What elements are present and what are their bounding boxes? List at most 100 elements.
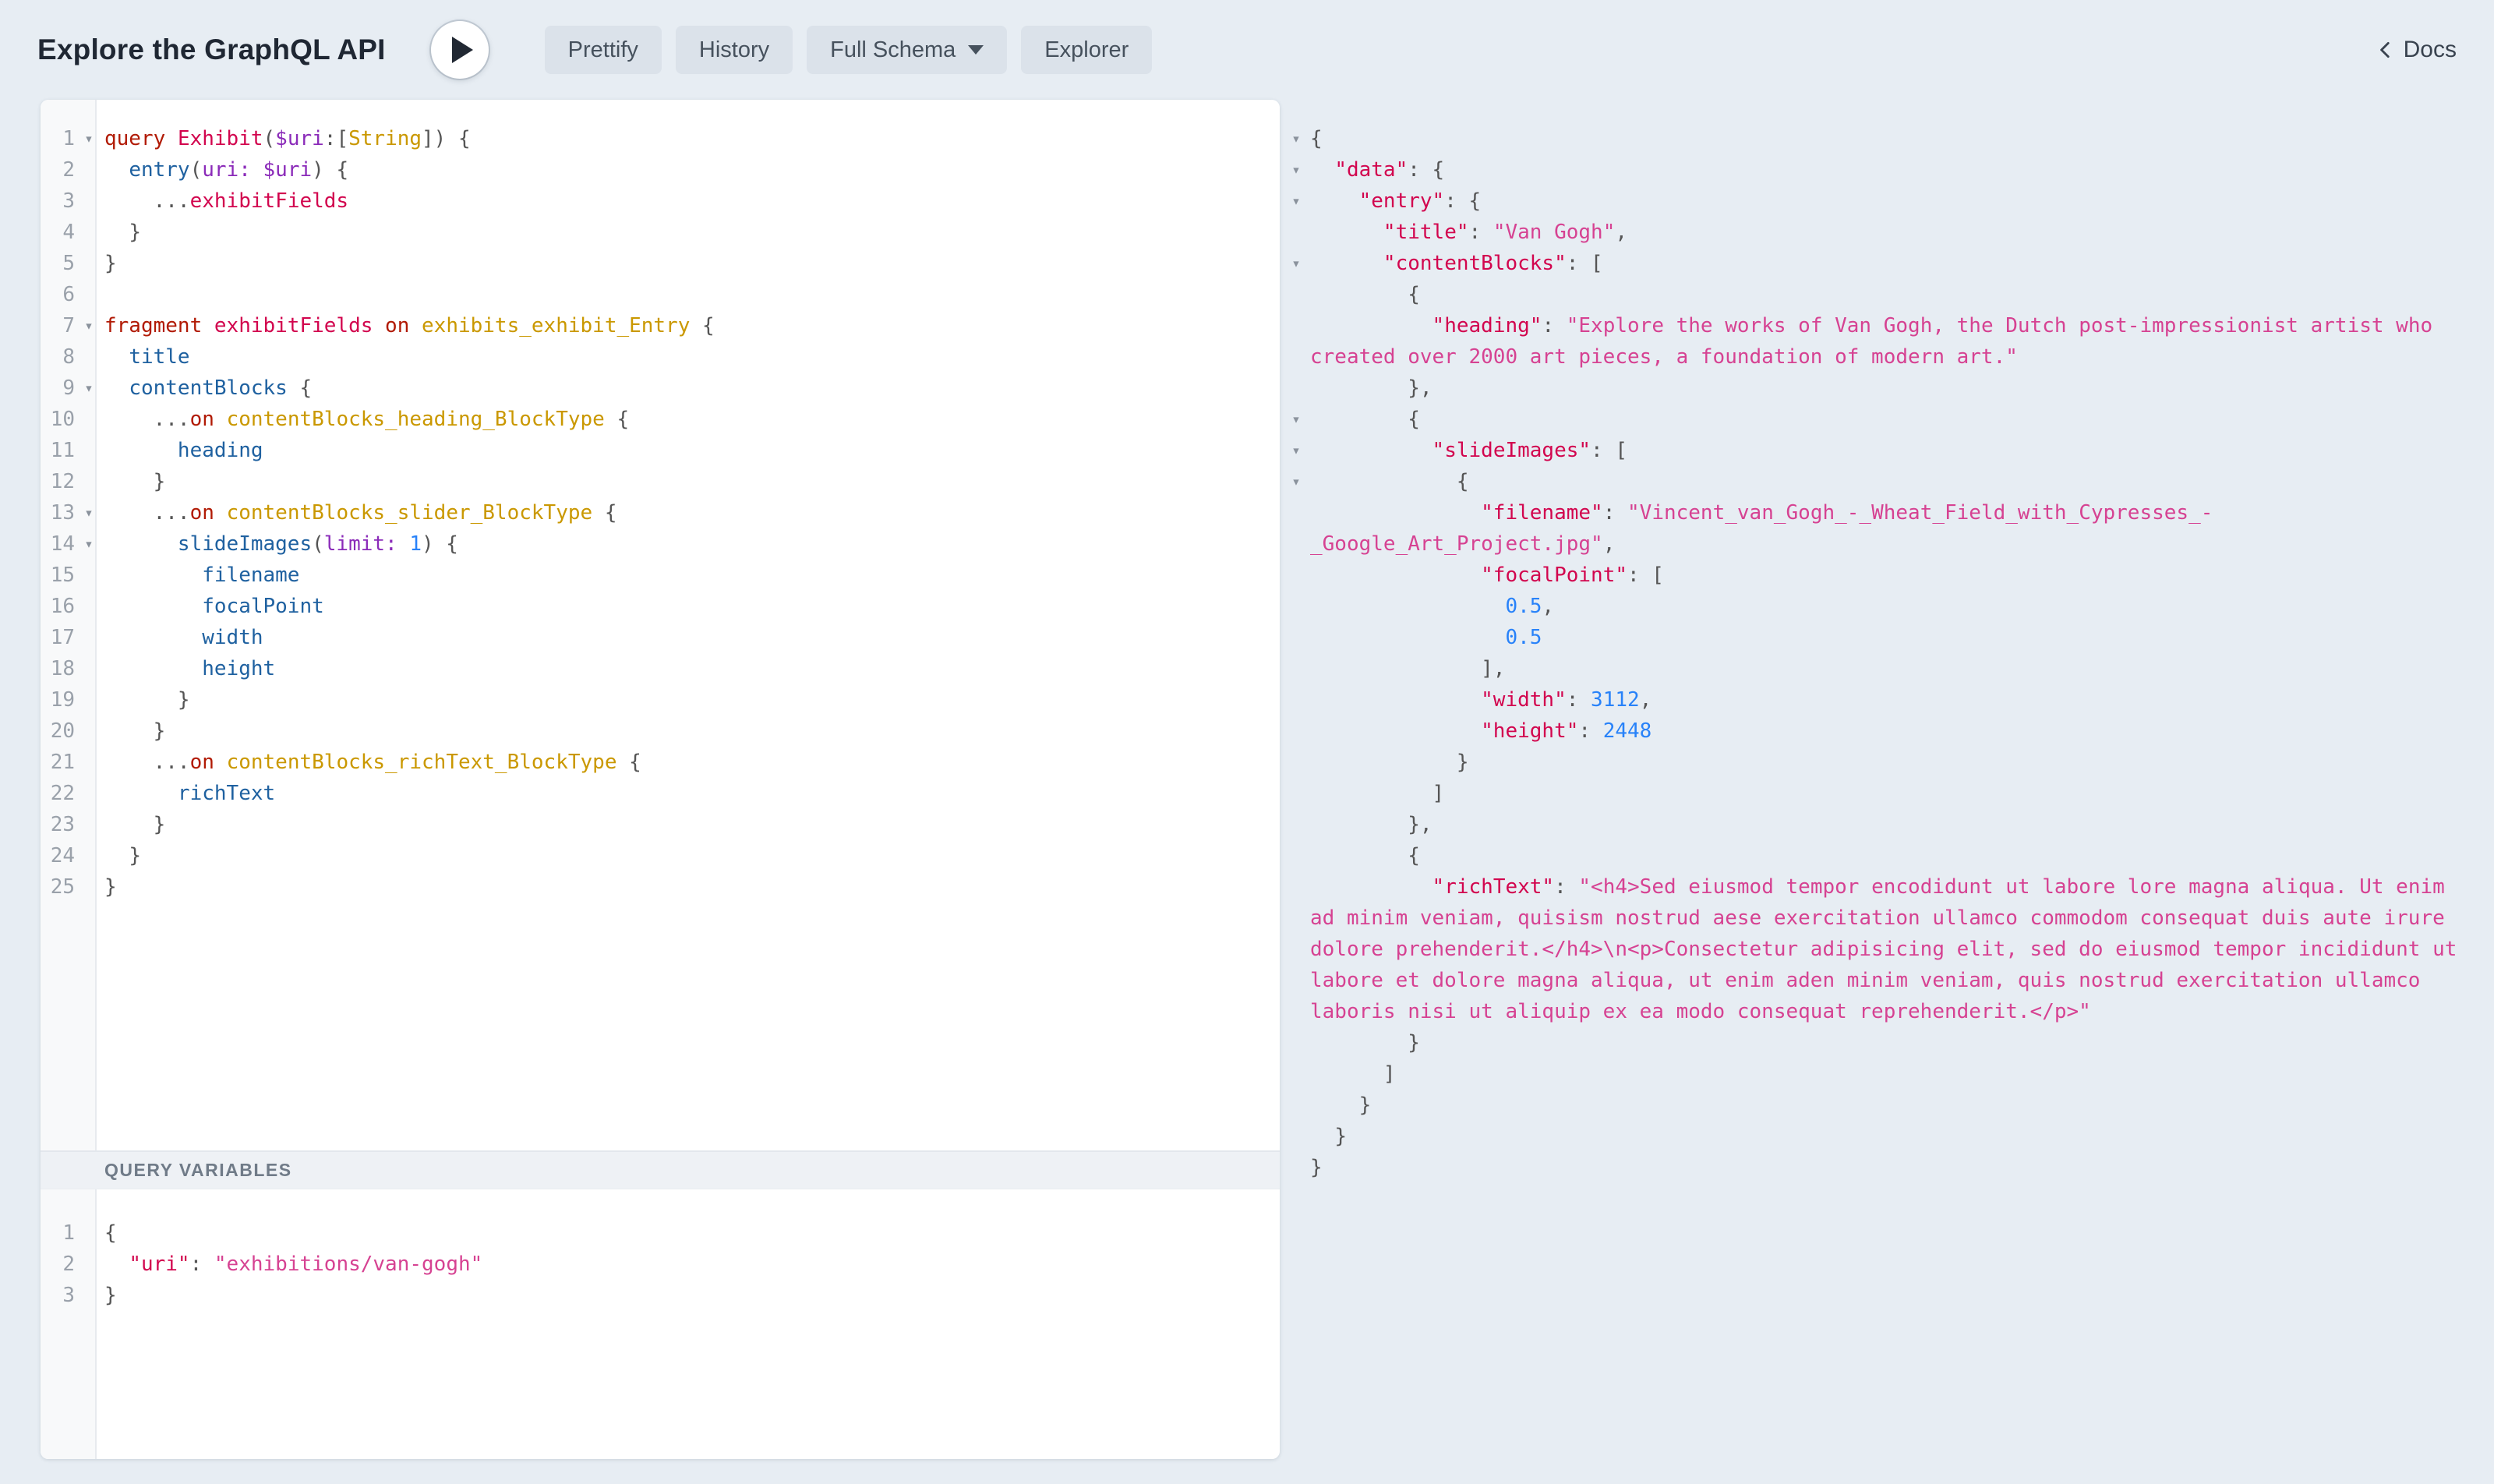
- fold-arrow-icon[interactable]: ▾: [1282, 404, 1310, 435]
- fold-arrow-icon[interactable]: ▾: [81, 123, 97, 154]
- code-tokens: {: [1310, 279, 1420, 310]
- code-line[interactable]: 12 }: [41, 466, 1280, 497]
- line-number: 3: [41, 186, 81, 217]
- code-line: 0.5: [1282, 622, 2464, 653]
- code-line: },: [1282, 809, 2464, 840]
- toolbar: Prettify History Full Schema Explorer: [545, 26, 1153, 74]
- code-line: "filename": "Vincent_van_Gogh_-_Wheat_Fi…: [1282, 497, 2464, 528]
- fold-gutter: [1282, 560, 1310, 591]
- code-line[interactable]: 21 ...on contentBlocks_richText_BlockTyp…: [41, 747, 1280, 778]
- code-line: ],: [1282, 653, 2464, 684]
- fold-gutter: [81, 279, 97, 310]
- code-line: created over 2000 art pieces, a foundati…: [1282, 341, 2464, 373]
- fold-gutter: [1282, 1058, 1310, 1090]
- code-line[interactable]: 24 }: [41, 840, 1280, 871]
- code-tokens: query Exhibit($uri:[String]) {: [97, 123, 471, 154]
- code-tokens: "richText": "<h4>Sed eiusmod tempor enco…: [1310, 871, 2445, 903]
- code-line[interactable]: 5}: [41, 248, 1280, 279]
- code-line: "richText": "<h4>Sed eiusmod tempor enco…: [1282, 871, 2464, 903]
- code-line[interactable]: 23 }: [41, 809, 1280, 840]
- code-line[interactable]: 3}: [41, 1280, 1280, 1311]
- code-tokens: "height": 2448: [1310, 716, 1651, 747]
- code-line[interactable]: 19 }: [41, 684, 1280, 716]
- code-tokens: heading: [97, 435, 263, 466]
- variables-editor[interactable]: 1{2 "uri": "exhibitions/van-gogh"3}: [41, 1189, 1280, 1459]
- code-line[interactable]: 14▾ slideImages(limit: 1) {: [41, 528, 1280, 560]
- code-line[interactable]: 1{: [41, 1217, 1280, 1249]
- fold-arrow-icon[interactable]: ▾: [1282, 123, 1310, 154]
- code-line[interactable]: 20 }: [41, 716, 1280, 747]
- fold-gutter: [81, 186, 97, 217]
- code-tokens: }: [1310, 1090, 1371, 1121]
- code-line[interactable]: 17 width: [41, 622, 1280, 653]
- fold-arrow-icon[interactable]: ▾: [1282, 186, 1310, 217]
- explorer-button[interactable]: Explorer: [1021, 26, 1152, 74]
- prettify-label: Prettify: [568, 37, 638, 63]
- code-tokens: }: [97, 809, 165, 840]
- code-line[interactable]: 10 ...on contentBlocks_heading_BlockType…: [41, 404, 1280, 435]
- code-line: 0.5,: [1282, 591, 2464, 622]
- code-tokens: ...on contentBlocks_slider_BlockType {: [97, 497, 616, 528]
- history-button[interactable]: History: [676, 26, 793, 74]
- code-tokens: },: [1310, 373, 1432, 404]
- code-line: },: [1282, 373, 2464, 404]
- code-line[interactable]: 25}: [41, 871, 1280, 903]
- code-tokens: slideImages(limit: 1) {: [97, 528, 458, 560]
- fold-gutter: [81, 341, 97, 373]
- code-line[interactable]: 16 focalPoint: [41, 591, 1280, 622]
- line-number: 15: [41, 560, 81, 591]
- line-number: 20: [41, 716, 81, 747]
- fold-arrow-icon[interactable]: ▾: [1282, 248, 1310, 279]
- code-line[interactable]: 4 }: [41, 217, 1280, 248]
- code-tokens: "focalPoint": [: [1310, 560, 1664, 591]
- code-tokens: width: [97, 622, 263, 653]
- fold-arrow-icon[interactable]: ▾: [1282, 466, 1310, 497]
- code-line[interactable]: 6: [41, 279, 1280, 310]
- fold-arrow-icon[interactable]: ▾: [81, 373, 97, 404]
- code-tokens: }: [97, 217, 141, 248]
- code-line[interactable]: 22 richText: [41, 778, 1280, 809]
- query-variables-header[interactable]: QUERY VARIABLES: [41, 1150, 1280, 1189]
- play-icon: [452, 37, 473, 63]
- code-line[interactable]: 8 title: [41, 341, 1280, 373]
- fold-arrow-icon[interactable]: ▾: [81, 497, 97, 528]
- fold-arrow-icon[interactable]: ▾: [1282, 435, 1310, 466]
- line-number: 13: [41, 497, 81, 528]
- line-number: 9: [41, 373, 81, 404]
- code-tokens: ]: [1310, 1058, 1396, 1090]
- code-line[interactable]: 11 heading: [41, 435, 1280, 466]
- query-editor[interactable]: 1▾query Exhibit($uri:[String]) {2 entry(…: [41, 100, 1280, 1150]
- code-line[interactable]: 2 "uri": "exhibitions/van-gogh": [41, 1249, 1280, 1280]
- code-line[interactable]: 7▾fragment exhibitFields on exhibits_exh…: [41, 310, 1280, 341]
- fold-arrow-icon[interactable]: ▾: [81, 310, 97, 341]
- fold-gutter: [1282, 497, 1310, 528]
- code-line: ▾ {: [1282, 404, 2464, 435]
- fold-arrow-icon[interactable]: ▾: [81, 528, 97, 560]
- code-line: ]: [1282, 778, 2464, 809]
- code-tokens: "filename": "Vincent_van_Gogh_-_Wheat_Fi…: [1310, 497, 2213, 528]
- code-line[interactable]: 9▾ contentBlocks {: [41, 373, 1280, 404]
- code-tokens: }: [97, 871, 117, 903]
- docs-link[interactable]: Docs: [2376, 37, 2457, 63]
- code-line[interactable]: 18 height: [41, 653, 1280, 684]
- code-tokens: }: [97, 1280, 117, 1311]
- full-schema-dropdown[interactable]: Full Schema: [807, 26, 1007, 74]
- code-line[interactable]: 3 ...exhibitFields: [41, 186, 1280, 217]
- fold-gutter: [81, 747, 97, 778]
- execute-query-button[interactable]: [431, 21, 489, 79]
- line-number: 1: [41, 123, 81, 154]
- fold-gutter: [81, 840, 97, 871]
- code-line[interactable]: 2 entry(uri: $uri) {: [41, 154, 1280, 186]
- code-tokens: ]: [1310, 778, 1444, 809]
- code-line[interactable]: 15 filename: [41, 560, 1280, 591]
- code-tokens: }: [1310, 747, 1469, 778]
- fold-arrow-icon[interactable]: ▾: [1282, 154, 1310, 186]
- code-line[interactable]: 1▾query Exhibit($uri:[String]) {: [41, 123, 1280, 154]
- fold-gutter: [1282, 279, 1310, 310]
- code-line: ]: [1282, 1058, 2464, 1090]
- prettify-button[interactable]: Prettify: [545, 26, 662, 74]
- code-line[interactable]: 13▾ ...on contentBlocks_slider_BlockType…: [41, 497, 1280, 528]
- code-line: }: [1282, 1027, 2464, 1058]
- fold-gutter: [1282, 778, 1310, 809]
- fold-gutter: [81, 1217, 97, 1249]
